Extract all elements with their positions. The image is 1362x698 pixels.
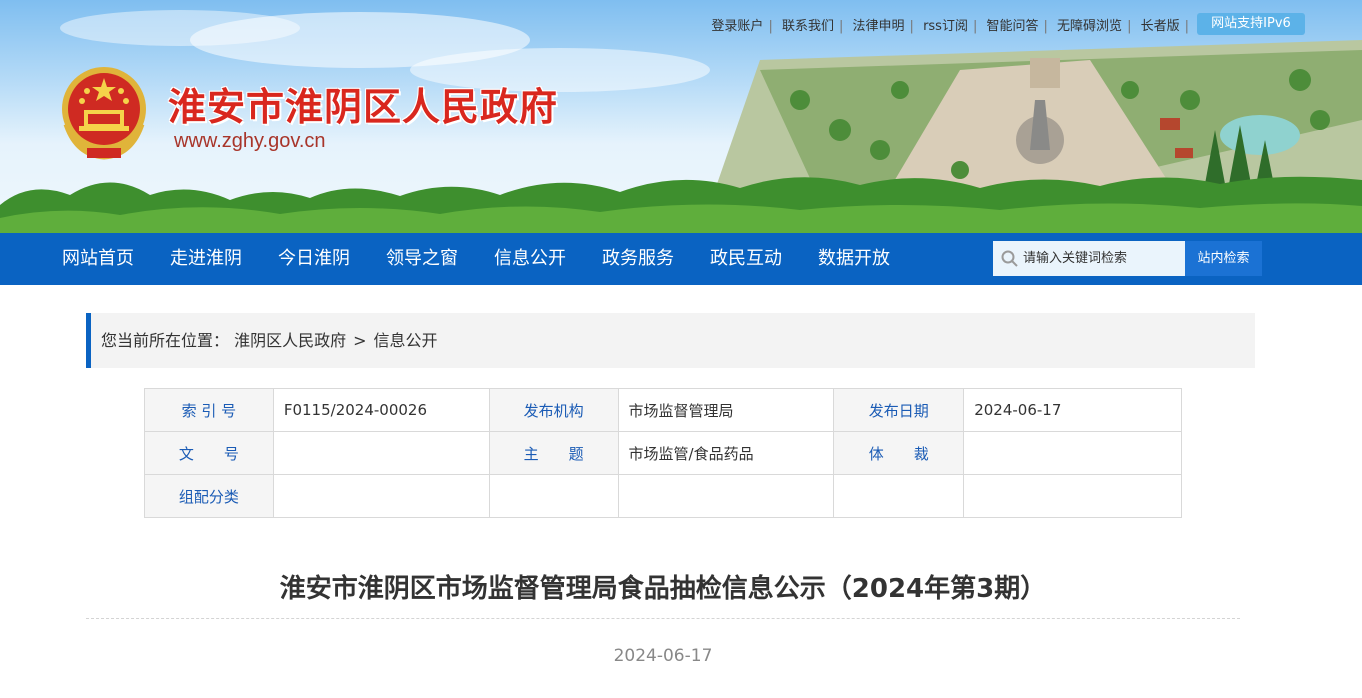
nav-item-today-huaiyin[interactable]: 今日淮阴 [278, 233, 350, 285]
meta-value-subject: 市场监管/食品药品 [617, 431, 835, 475]
meta-label-doc-no: 文 号 [144, 431, 274, 475]
table-row: 组配分类 [144, 474, 1182, 518]
meta-label-publish-date: 发布日期 [833, 388, 965, 432]
top-link-qa[interactable]: 智能问答 [987, 19, 1039, 34]
top-link-accessibility[interactable]: 无障碍浏览 [1057, 19, 1122, 34]
nav-item-info-disclosure[interactable]: 信息公开 [494, 233, 566, 285]
top-links: 登录账户 | 联系我们 | 法律申明 | rss订阅 | 智能问答 | 无障碍浏览 | 长者… [711, 19, 1189, 34]
top-link-rss[interactable]: rss订阅 [923, 19, 968, 34]
nav-item-gov-services[interactable]: 政务服务 [602, 233, 674, 285]
nav-item-open-data[interactable]: 数据开放 [818, 233, 890, 285]
meta-value-category [272, 474, 490, 518]
meta-label-subject: 主 题 [488, 431, 619, 475]
nav-item-home[interactable]: 网站首页 [62, 233, 134, 285]
breadcrumb-link-government[interactable]: 淮阴区人民政府 [234, 331, 346, 350]
meta-value-doc-no [272, 431, 490, 475]
site-search-button[interactable]: 站内检索 [1185, 241, 1262, 276]
top-link-elder-mode[interactable]: 长者版 [1141, 19, 1180, 34]
meta-label-publisher: 发布机构 [488, 388, 619, 432]
search-box [993, 241, 1185, 276]
top-link-legal[interactable]: 法律申明 [853, 19, 905, 34]
breadcrumb-link-info-disclosure[interactable]: 信息公开 [374, 331, 438, 350]
table-row: 索 引 号 F0115/2024-00026 发布机构 市场监督管理局 发布日期… [144, 388, 1182, 432]
national-emblem-icon [62, 67, 146, 160]
meta-label-category: 组配分类 [144, 474, 274, 518]
table-row: 文 号 主 题 市场监管/食品药品 体 裁 [144, 431, 1182, 475]
top-link-login[interactable]: 登录账户 [711, 19, 763, 34]
meta-empty-cell [963, 474, 1182, 518]
nav-item-leaders[interactable]: 领导之窗 [386, 233, 458, 285]
site-title: 淮安市淮阴区人民政府 [168, 85, 559, 129]
breadcrumb-separator: > [353, 331, 367, 350]
top-link-contact[interactable]: 联系我们 [782, 19, 834, 34]
breadcrumb-prefix: 您当前所在位置： [101, 331, 230, 350]
meta-empty-cell [833, 474, 965, 518]
main-nav: 网站首页 走进淮阴 今日淮阴 领导之窗 信息公开 政务服务 政民互动 数据开放 … [0, 233, 1362, 285]
meta-empty-cell [488, 474, 619, 518]
search-icon [1001, 250, 1018, 267]
search-input[interactable] [1023, 241, 1181, 276]
title-divider [86, 618, 1240, 619]
article-title: 淮安市淮阴区市场监督管理局食品抽检信息公示（2024年第3期） [279, 574, 1047, 604]
meta-label-index-no: 索 引 号 [144, 388, 274, 432]
meta-label-genre: 体 裁 [833, 431, 965, 475]
meta-empty-cell [617, 474, 835, 518]
meta-value-genre [963, 431, 1182, 475]
document-meta-table: 索 引 号 F0115/2024-00026 发布机构 市场监督管理局 发布日期… [144, 388, 1182, 518]
meta-value-index-no: F0115/2024-00026 [272, 388, 490, 432]
nav-item-about-huaiyin[interactable]: 走进淮阴 [170, 233, 242, 285]
site-url: www.zghy.gov.cn [174, 130, 326, 152]
meta-value-publisher: 市场监督管理局 [617, 388, 835, 432]
meta-value-publish-date: 2024-06-17 [963, 388, 1182, 432]
ipv6-badge: 网站支持IPv6 [1197, 13, 1305, 35]
nav-item-interaction[interactable]: 政民互动 [710, 233, 782, 285]
header-banner: 登录账户 | 联系我们 | 法律申明 | rss订阅 | 智能问答 | 无障碍浏览 | 长者… [0, 0, 1362, 233]
article-date: 2024-06-17 [613, 646, 713, 666]
breadcrumb: 您当前所在位置： 淮阴区人民政府 > 信息公开 [86, 313, 1255, 368]
